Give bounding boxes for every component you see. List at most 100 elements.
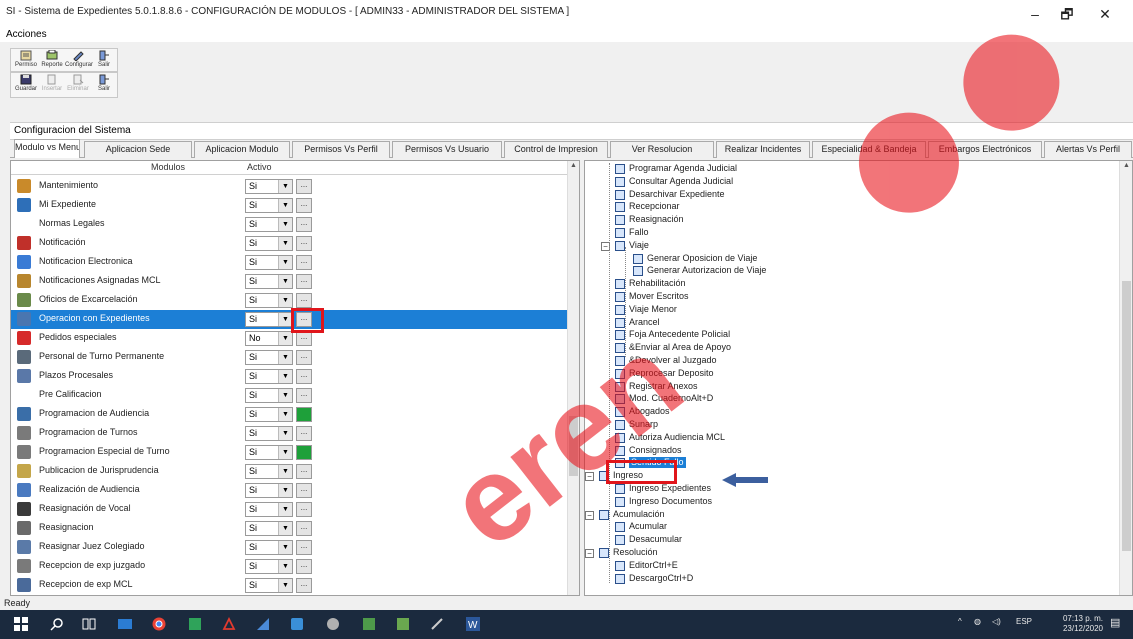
chrome-icon[interactable] [152,617,166,631]
search-icon[interactable] [50,617,64,631]
ellipsis-button[interactable]: ... [296,540,312,555]
app-icon-3[interactable] [256,617,270,631]
activo-select[interactable]: Si ▼ [245,388,293,403]
ellipsis-button[interactable]: ... [296,331,312,346]
configurar-button[interactable]: Configurar [65,50,93,69]
chevron-down-icon[interactable]: ▼ [278,199,292,212]
tab-embargos-electronicos[interactable]: Embargos Electrónicos [928,141,1042,158]
table-row[interactable]: Reasignación de Vocal Si ▼... [11,500,569,519]
activo-select[interactable]: Si ▼ [245,179,293,194]
chevron-down-icon[interactable]: ▼ [278,237,292,250]
activo-select[interactable]: Si ▼ [245,559,293,574]
table-row[interactable]: Operacion con Expedientes Si ▼... [11,310,569,329]
tab-aplicacion-modulo[interactable]: Aplicacion Modulo [194,141,290,158]
app-icon-1[interactable] [118,617,132,631]
chevron-down-icon[interactable]: ▼ [278,370,292,383]
chevron-down-icon[interactable]: ▼ [278,484,292,497]
chevron-down-icon[interactable]: ▼ [278,427,292,440]
activo-select[interactable]: Si ▼ [245,274,293,289]
salir-button-2[interactable]: Salir [91,74,117,93]
ellipsis-button[interactable]: ... [296,502,312,517]
table-row[interactable]: Notificaciones Asignadas MCL Si ▼... [11,272,569,291]
app-icon-5[interactable] [326,617,340,631]
maximize-button[interactable]: 🗗 [1052,4,1082,24]
eliminar-button[interactable]: Eliminar [65,74,91,93]
ellipsis-button[interactable]: ... [296,350,312,365]
table-row[interactable]: Programacion Especial de Turno Si ▼... [11,443,569,462]
ellipsis-button[interactable]: ... [296,388,312,403]
table-row[interactable]: Programacion de Audiencia Si ▼... [11,405,569,424]
acrobat-icon[interactable] [222,617,236,631]
activo-select[interactable]: Si ▼ [245,502,293,517]
activo-select[interactable]: Si ▼ [245,312,293,327]
chevron-down-icon[interactable]: ▼ [278,446,292,459]
ellipsis-button[interactable]: ... [296,293,312,308]
chevron-down-icon[interactable]: ▼ [278,579,292,592]
close-button[interactable]: ✕ [1090,4,1120,24]
word-icon[interactable]: W [466,617,480,631]
ellipsis-button[interactable]: ... [296,521,312,536]
activo-select[interactable]: Si ▼ [245,236,293,251]
guardar-button[interactable]: Guardar [13,74,39,93]
volume-icon[interactable]: ◁) [992,617,1001,626]
permiso-button[interactable]: Permiso [13,50,39,69]
task-view-icon[interactable] [82,617,96,631]
insertar-button[interactable]: Insertar [39,74,65,93]
chevron-down-icon[interactable]: ▼ [278,275,292,288]
tab-permisos-vs-usuario[interactable]: Permisos Vs Usuario [392,141,502,158]
table-row[interactable]: Normas Legales Si ▼... [11,215,569,234]
tab-ver-resolucion[interactable]: Ver Resolucion [610,141,714,158]
collapse-icon[interactable]: − [585,472,594,482]
ellipsis-button[interactable]: ... [296,274,312,289]
tab-modulo-vs-menu[interactable]: Modulo vs Menu [14,139,80,158]
ellipsis-button[interactable]: ... [296,445,312,460]
salir-button[interactable]: Salir [91,50,117,69]
activo-select[interactable]: Si ▼ [245,445,293,460]
grid-scrollbar[interactable]: ▲ [567,161,579,595]
collapse-icon[interactable]: − [585,549,594,558]
grid-scroll-thumb[interactable] [569,416,578,476]
ellipsis-button[interactable]: ... [296,217,312,232]
ellipsis-button[interactable]: ... [296,483,312,498]
ellipsis-button[interactable]: ... [296,559,312,574]
chevron-down-icon[interactable]: ▼ [278,503,292,516]
table-row[interactable]: Publicacion de Jurisprudencia Si ▼... [11,462,569,481]
activo-select[interactable]: Si ▼ [245,407,293,422]
table-row[interactable]: Reasignacion Si ▼... [11,519,569,538]
tray-chevron-icon[interactable]: ^ [958,617,962,626]
chevron-down-icon[interactable]: ▼ [278,389,292,402]
activo-select[interactable]: Si ▼ [245,217,293,232]
network-icon[interactable]: ◍ [974,617,981,626]
scroll-up-icon[interactable]: ▲ [570,162,577,169]
chevron-down-icon[interactable]: ▼ [278,180,292,193]
activo-select[interactable]: Si ▼ [245,369,293,384]
table-row[interactable]: Recepcion de exp MCL Si ▼... [11,576,569,595]
language-indicator[interactable]: ESP [1016,617,1032,626]
activo-select[interactable]: Si ▼ [245,521,293,536]
table-row[interactable]: Programacion de Turnos Si ▼... [11,424,569,443]
menu-acciones[interactable]: Acciones [6,29,47,40]
table-row[interactable]: Mi Expediente Si ▼... [11,196,569,215]
table-row[interactable]: Oficios de Excarcelación Si ▼... [11,291,569,310]
chevron-down-icon[interactable]: ▼ [278,351,292,364]
activo-select[interactable]: Si ▼ [245,483,293,498]
ellipsis-button[interactable]: ... [296,255,312,270]
app-icon-6[interactable] [362,617,376,631]
ellipsis-button[interactable]: ... [296,179,312,194]
ellipsis-button[interactable]: ... [296,464,312,479]
activo-select[interactable]: Si ▼ [245,578,293,593]
ellipsis-button[interactable]: ... [296,426,312,441]
chevron-down-icon[interactable]: ▼ [278,332,292,345]
collapse-icon[interactable]: − [585,510,594,520]
chevron-down-icon[interactable]: ▼ [278,408,292,421]
activo-select[interactable]: Si ▼ [245,350,293,365]
notifications-icon[interactable]: ▤ [1110,616,1120,629]
tree-scroll-thumb[interactable] [1122,281,1131,551]
activo-select[interactable]: Si ▼ [245,426,293,441]
table-row[interactable]: Personal de Turno Permanente Si ▼... [11,348,569,367]
table-row[interactable]: Realización de Audiencia Si ▼... [11,481,569,500]
app-icon-7[interactable] [396,617,410,631]
chevron-down-icon[interactable]: ▼ [278,218,292,231]
tab-realizar-incidentes[interactable]: Realizar Incidentes [716,141,810,158]
chevron-down-icon[interactable]: ▼ [278,560,292,573]
